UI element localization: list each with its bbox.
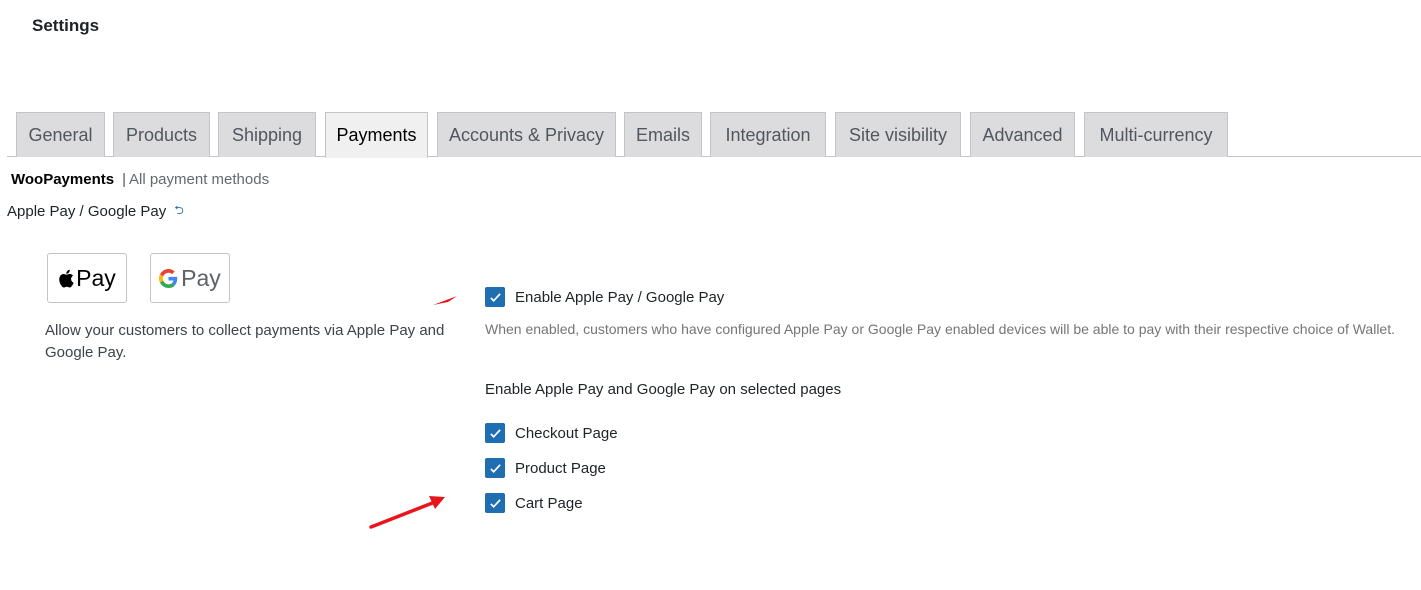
tab-site-visibility[interactable]: Site visibility bbox=[835, 112, 961, 157]
tab-integration[interactable]: Integration bbox=[710, 112, 826, 157]
checkmark-icon bbox=[489, 498, 501, 508]
product-page-option[interactable]: Product Page bbox=[485, 458, 606, 478]
tab-advanced[interactable]: Advanced bbox=[970, 112, 1075, 157]
settings-tabs: General Products Shipping Payments Accou… bbox=[7, 112, 1421, 158]
tab-payments[interactable]: Payments bbox=[325, 112, 428, 158]
enable-help-text: When enabled, customers who have configu… bbox=[485, 321, 1395, 337]
tab-products[interactable]: Products bbox=[113, 112, 210, 157]
checkmark-icon bbox=[489, 292, 501, 302]
subnav-current: WooPayments bbox=[11, 171, 115, 188]
return-arrow-icon[interactable]: ⮌ bbox=[174, 201, 184, 222]
page-title: Settings bbox=[32, 16, 100, 35]
enable-apple-google-pay-label: Enable Apple Pay / Google Pay bbox=[515, 288, 725, 306]
checkmark-icon bbox=[489, 463, 501, 473]
apple-pay-text: Pay bbox=[76, 264, 116, 291]
tab-shipping[interactable]: Shipping bbox=[218, 112, 316, 157]
checkout-page-checkbox[interactable] bbox=[485, 423, 505, 443]
enable-apple-google-pay-option[interactable]: Enable Apple Pay / Google Pay bbox=[485, 287, 724, 307]
product-page-label: Product Page bbox=[515, 459, 606, 477]
cart-page-option[interactable]: Cart Page bbox=[485, 493, 583, 513]
tab-emails[interactable]: Emails bbox=[624, 112, 702, 157]
enable-apple-google-pay-checkbox[interactable] bbox=[485, 287, 505, 307]
payments-subnav: WooPayments | All payment methods bbox=[11, 171, 269, 188]
annotation-arrow-top bbox=[433, 296, 457, 305]
subnav-all-payment-methods[interactable]: All payment methods bbox=[129, 171, 269, 188]
settings-page: Settings General Products Shipping Payme… bbox=[0, 0, 1421, 590]
section-description: Allow your customers to collect payments… bbox=[45, 322, 445, 361]
checkout-page-option[interactable]: Checkout Page bbox=[485, 423, 618, 443]
apple-pay-badge: Pay bbox=[47, 253, 127, 303]
product-page-checkbox[interactable] bbox=[485, 458, 505, 478]
google-g-logo-icon bbox=[159, 268, 178, 288]
checkmark-icon bbox=[489, 428, 501, 438]
tab-multi-currency[interactable]: Multi-currency bbox=[1084, 112, 1228, 157]
annotation-arrow-bottom bbox=[369, 496, 445, 529]
tab-accounts-privacy[interactable]: Accounts & Privacy bbox=[437, 112, 616, 157]
subnav-separator: | bbox=[122, 171, 126, 188]
apple-logo-icon bbox=[59, 269, 74, 287]
tab-general[interactable]: General bbox=[16, 112, 105, 157]
section-heading: Apple Pay / Google Pay ⮌ bbox=[7, 201, 184, 222]
cart-page-label: Cart Page bbox=[515, 494, 583, 512]
section-title: Apple Pay / Google Pay bbox=[7, 203, 167, 220]
google-pay-badge: Pay bbox=[150, 253, 230, 303]
selected-pages-heading: Enable Apple Pay and Google Pay on selec… bbox=[485, 381, 842, 398]
checkout-page-label: Checkout Page bbox=[515, 424, 618, 442]
google-pay-text: Pay bbox=[181, 264, 221, 291]
cart-page-checkbox[interactable] bbox=[485, 493, 505, 513]
